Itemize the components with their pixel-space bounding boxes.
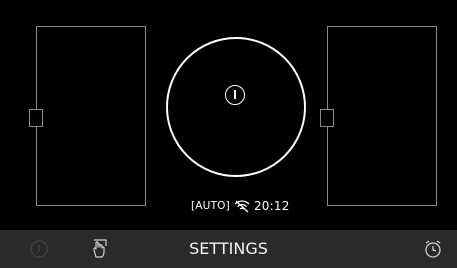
wifi-icon	[234, 199, 250, 213]
settings-title[interactable]: SETTINGS	[0, 230, 457, 268]
auto-mode-label: [AUTO]	[191, 200, 230, 212]
clock-time: 20:12	[253, 199, 290, 213]
zone-left-slider-handle[interactable]	[29, 109, 43, 127]
cooking-zone-right[interactable]	[320, 26, 437, 206]
cooking-zone-center[interactable]	[166, 37, 306, 177]
bottom-bar: SETTINGS	[0, 230, 457, 268]
cooking-zone-left[interactable]	[29, 26, 146, 206]
status-row: [AUTO] 20:12	[191, 197, 290, 215]
zone-right-slider-handle[interactable]	[320, 109, 334, 127]
power-icon[interactable]	[225, 85, 245, 105]
cooktop-screen: [AUTO] 20:12 SETTINGS	[0, 0, 457, 268]
alarm-clock-icon[interactable]	[423, 239, 443, 259]
